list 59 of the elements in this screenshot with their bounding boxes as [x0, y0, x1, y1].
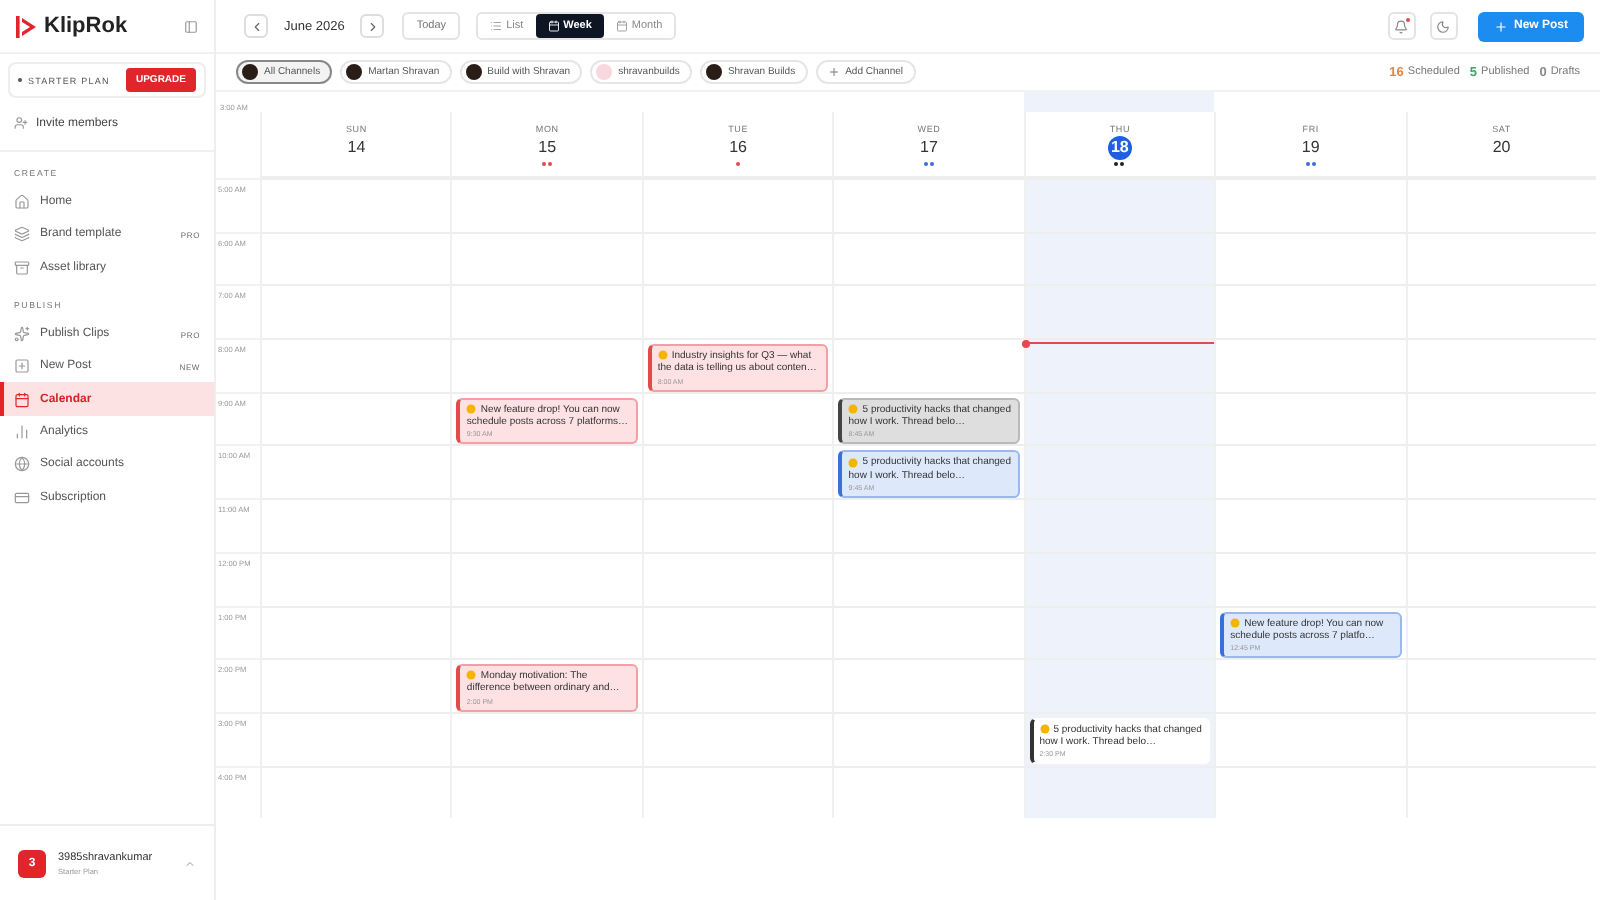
day-number: 14 [345, 136, 368, 159]
day-number: 17 [918, 136, 940, 159]
day-number: 20 [1490, 136, 1513, 159]
calendar-cell[interactable] [641, 391, 833, 445]
calendar-cell[interactable] [1023, 391, 1215, 445]
calendar-cell[interactable] [1023, 765, 1215, 819]
user-plus-icon [14, 116, 28, 130]
bell-icon [1394, 19, 1409, 33]
calendar-cell[interactable] [450, 444, 642, 499]
notifications-button[interactable] [1387, 12, 1416, 40]
calendar-cell[interactable] [1023, 498, 1215, 552]
calendar-cell[interactable] [1214, 338, 1406, 392]
sidebar-toggle-icon[interactable] [184, 19, 198, 33]
calendar-cell[interactable] [1405, 605, 1596, 659]
calendar-cell[interactable] [641, 444, 833, 499]
archive-icon [14, 259, 30, 276]
plus-icon [827, 66, 840, 78]
calendar-cell[interactable] [1023, 338, 1215, 392]
calendar-cell[interactable] [1405, 658, 1596, 712]
layers-icon [14, 226, 30, 243]
card-icon [14, 489, 30, 506]
sparkle-icon [14, 326, 30, 343]
avatar-icon [346, 64, 363, 80]
avatar-icon [465, 64, 482, 80]
calendar-icon [14, 391, 30, 408]
calendar-icon [547, 20, 560, 32]
day-number: 15 [536, 136, 559, 159]
day-number: 18 [1107, 135, 1132, 159]
previous-button[interactable] [244, 14, 268, 38]
calendar-cell[interactable] [1214, 658, 1406, 712]
day-number: 16 [727, 136, 750, 159]
plus-icon [1493, 19, 1508, 33]
calendar-cell[interactable] [1023, 444, 1215, 499]
calendar-cell[interactable] [641, 711, 833, 766]
chevron-up-icon[interactable] [184, 857, 196, 869]
home-icon [14, 194, 30, 211]
chevron-left-icon [249, 19, 263, 33]
bar-chart-icon [14, 423, 30, 440]
next-button[interactable] [360, 14, 385, 38]
moon-icon [1436, 19, 1451, 33]
logo-icon [16, 15, 36, 37]
calendar-cell[interactable] [450, 711, 642, 766]
calendar-cell[interactable] [832, 338, 1024, 392]
brand-name: KlipRok [44, 14, 130, 38]
plus-square-icon [14, 358, 30, 375]
list-icon [490, 20, 503, 32]
globe-icon [14, 456, 30, 473]
avatar-icon [242, 64, 258, 80]
avatar-icon [596, 64, 613, 80]
chevron-right-icon [365, 19, 380, 33]
calendar-cell[interactable] [1023, 284, 1215, 339]
theme-toggle-button[interactable] [1429, 12, 1458, 40]
avatar-icon [705, 64, 722, 80]
calendar-cell[interactable] [832, 498, 1024, 552]
day-number: 19 [1299, 136, 1322, 159]
calendar-cell[interactable] [832, 284, 1024, 339]
calendar-cell[interactable] [1214, 284, 1406, 339]
calendar-icon [615, 20, 628, 32]
calendar-cell[interactable] [641, 658, 833, 712]
